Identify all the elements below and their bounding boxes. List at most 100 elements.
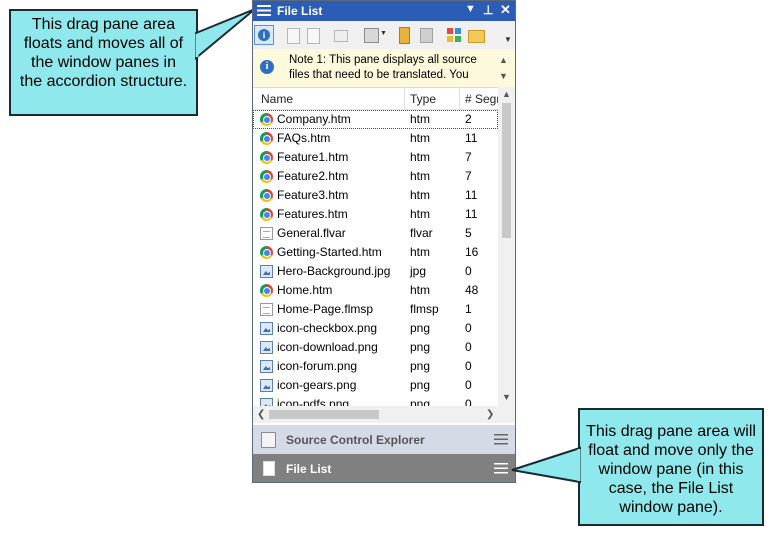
preview-button[interactable] [303, 25, 323, 45]
file-type-cell: jpg [410, 264, 427, 278]
table-row[interactable]: icon-checkbox.png png 0 [253, 319, 498, 338]
table-row[interactable]: Hero-Background.jpg jpg 0 [253, 262, 498, 281]
file-type-cell: flvar [410, 226, 433, 240]
image-file-icon [260, 341, 273, 354]
scroll-down-icon[interactable]: ▼ [502, 392, 511, 402]
open-folder-button[interactable] [466, 25, 486, 45]
archive-button[interactable] [394, 25, 414, 45]
callout-line: This drag pane area [31, 16, 176, 33]
open-file-button[interactable] [283, 25, 303, 45]
pin-icon[interactable]: ⊥ [483, 3, 493, 17]
file-name-cell: icon-checkbox.png [277, 321, 378, 335]
file-type-cell: png [410, 359, 431, 373]
chrome-icon [260, 132, 273, 145]
callout-pane-drag: This drag pane area will float and move … [578, 408, 764, 526]
file-type-cell: htm [410, 245, 431, 259]
drag-handle-icon[interactable] [494, 463, 508, 474]
accordion-file-list[interactable]: File List [253, 454, 515, 482]
view-tiles-button[interactable] [444, 25, 464, 45]
note-line: files that need to be translated. You [289, 69, 469, 81]
vertical-scroll-thumb[interactable] [502, 103, 511, 238]
horizontal-scroll-thumb[interactable] [269, 410, 379, 419]
table-row[interactable]: Feature2.htm htm 7 [253, 167, 498, 186]
file-name-cell: Company.htm [277, 112, 351, 126]
segment-count-cell: 16 [465, 245, 479, 259]
table-row[interactable]: icon-pdfs.png png 0 [253, 395, 498, 406]
column-header-type[interactable]: Type [410, 92, 436, 106]
column-header-segments[interactable]: # Segm [465, 92, 498, 106]
column-divider[interactable] [459, 87, 460, 109]
toolbar-overflow-icon[interactable]: ▼ [504, 35, 512, 44]
export-button[interactable] [416, 25, 436, 45]
table-row[interactable]: icon-download.png png 0 [253, 338, 498, 357]
segment-count-cell: 7 [465, 169, 472, 183]
dropdown-arrow-icon[interactable]: ▼ [465, 3, 476, 15]
accordion-label: Source Control Explorer [286, 433, 425, 447]
info-toggle-button[interactable]: i [254, 25, 274, 45]
segment-count-cell: 2 [465, 112, 472, 126]
file-name-cell: Home.htm [277, 283, 333, 297]
vertical-scrollbar[interactable]: ▲ ▼ [498, 87, 515, 406]
column-header-name[interactable]: Name [261, 92, 293, 106]
file-type-cell: png [410, 340, 431, 354]
image-file-icon [260, 398, 273, 406]
table-row[interactable]: Feature3.htm htm 11 [253, 186, 498, 205]
table-row[interactable]: Features.htm htm 11 [253, 205, 498, 224]
scroll-left-icon[interactable]: ❮ [257, 409, 265, 420]
note-scroll-down-icon[interactable]: ▼ [499, 69, 508, 84]
table-row[interactable]: Company.htm htm 2 [253, 110, 498, 129]
file-type-cell: htm [410, 283, 431, 297]
scroll-up-icon[interactable]: ▲ [502, 89, 511, 99]
scroll-right-icon[interactable]: ❯ [486, 409, 494, 420]
note-text: Note 1: This pane displays all source fi… [289, 53, 499, 83]
copy-button[interactable] [331, 25, 351, 45]
callout-line: float and move only the [588, 442, 754, 459]
accordion-source-control-explorer[interactable]: Source Control Explorer [253, 425, 515, 454]
segment-count-cell: 5 [465, 226, 472, 240]
copy-icon [334, 30, 348, 42]
table-row[interactable]: Getting-Started.htm htm 16 [253, 243, 498, 262]
file-name-cell: icon-gears.png [277, 378, 357, 392]
toolbar: i ▼ ▼ [253, 21, 515, 50]
chrome-icon [260, 151, 273, 164]
callout-line: This drag pane area will [586, 423, 756, 440]
file-table-header: Name Type # Segm [253, 87, 515, 110]
table-row[interactable]: Home.htm htm 48 [253, 281, 498, 300]
file-table-body: Company.htm htm 2 FAQs.htm htm 11 Feature1.htm… [253, 110, 498, 406]
hamburger-menu-icon[interactable] [257, 4, 271, 17]
column-divider[interactable] [404, 87, 405, 109]
table-row[interactable]: FAQs.htm htm 11 [253, 129, 498, 148]
callout-line: the window panes in [31, 54, 176, 71]
file-type-cell: png [410, 378, 431, 392]
info-icon: i [258, 29, 270, 41]
table-row[interactable]: icon-forum.png png 0 [253, 357, 498, 376]
file-name-cell: icon-download.png [277, 340, 378, 354]
note-line: Note 1: This pane displays all source [289, 54, 477, 66]
drag-handle-icon[interactable] [494, 434, 508, 445]
horizontal-scrollbar[interactable]: ❮ ❯ [253, 406, 515, 423]
file-name-cell: Feature2.htm [277, 169, 349, 183]
source-control-icon [261, 432, 276, 448]
image-file-icon [260, 379, 273, 392]
table-row[interactable]: Feature1.htm htm 7 [253, 148, 498, 167]
chrome-icon [260, 113, 273, 126]
export-icon [420, 28, 433, 43]
file-name-cell: Getting-Started.htm [277, 245, 382, 259]
note-scroll-up-icon[interactable]: ▲ [499, 53, 508, 68]
segment-count-cell: 48 [465, 283, 479, 297]
file-type-cell: htm [410, 131, 431, 145]
document-icon [260, 303, 273, 316]
variable-file-icon [260, 227, 273, 240]
close-icon[interactable]: ✕ [500, 2, 511, 18]
pane-title: File List [277, 4, 323, 18]
file-type-cell: htm [410, 150, 431, 164]
table-row[interactable]: Home-Page.flmsp flmsp 1 [253, 300, 498, 319]
file-name-cell: Hero-Background.jpg [277, 264, 391, 278]
segments-dropdown-button[interactable]: ▼ [361, 25, 387, 45]
segment-count-cell: 11 [465, 188, 478, 202]
segment-count-cell: 7 [465, 150, 472, 164]
image-file-icon [260, 360, 273, 373]
title-bar-drag-area[interactable]: File List ▼ ⊥ ✕ [253, 1, 515, 21]
table-row[interactable]: icon-gears.png png 0 [253, 376, 498, 395]
table-row[interactable]: General.flvar flvar 5 [253, 224, 498, 243]
